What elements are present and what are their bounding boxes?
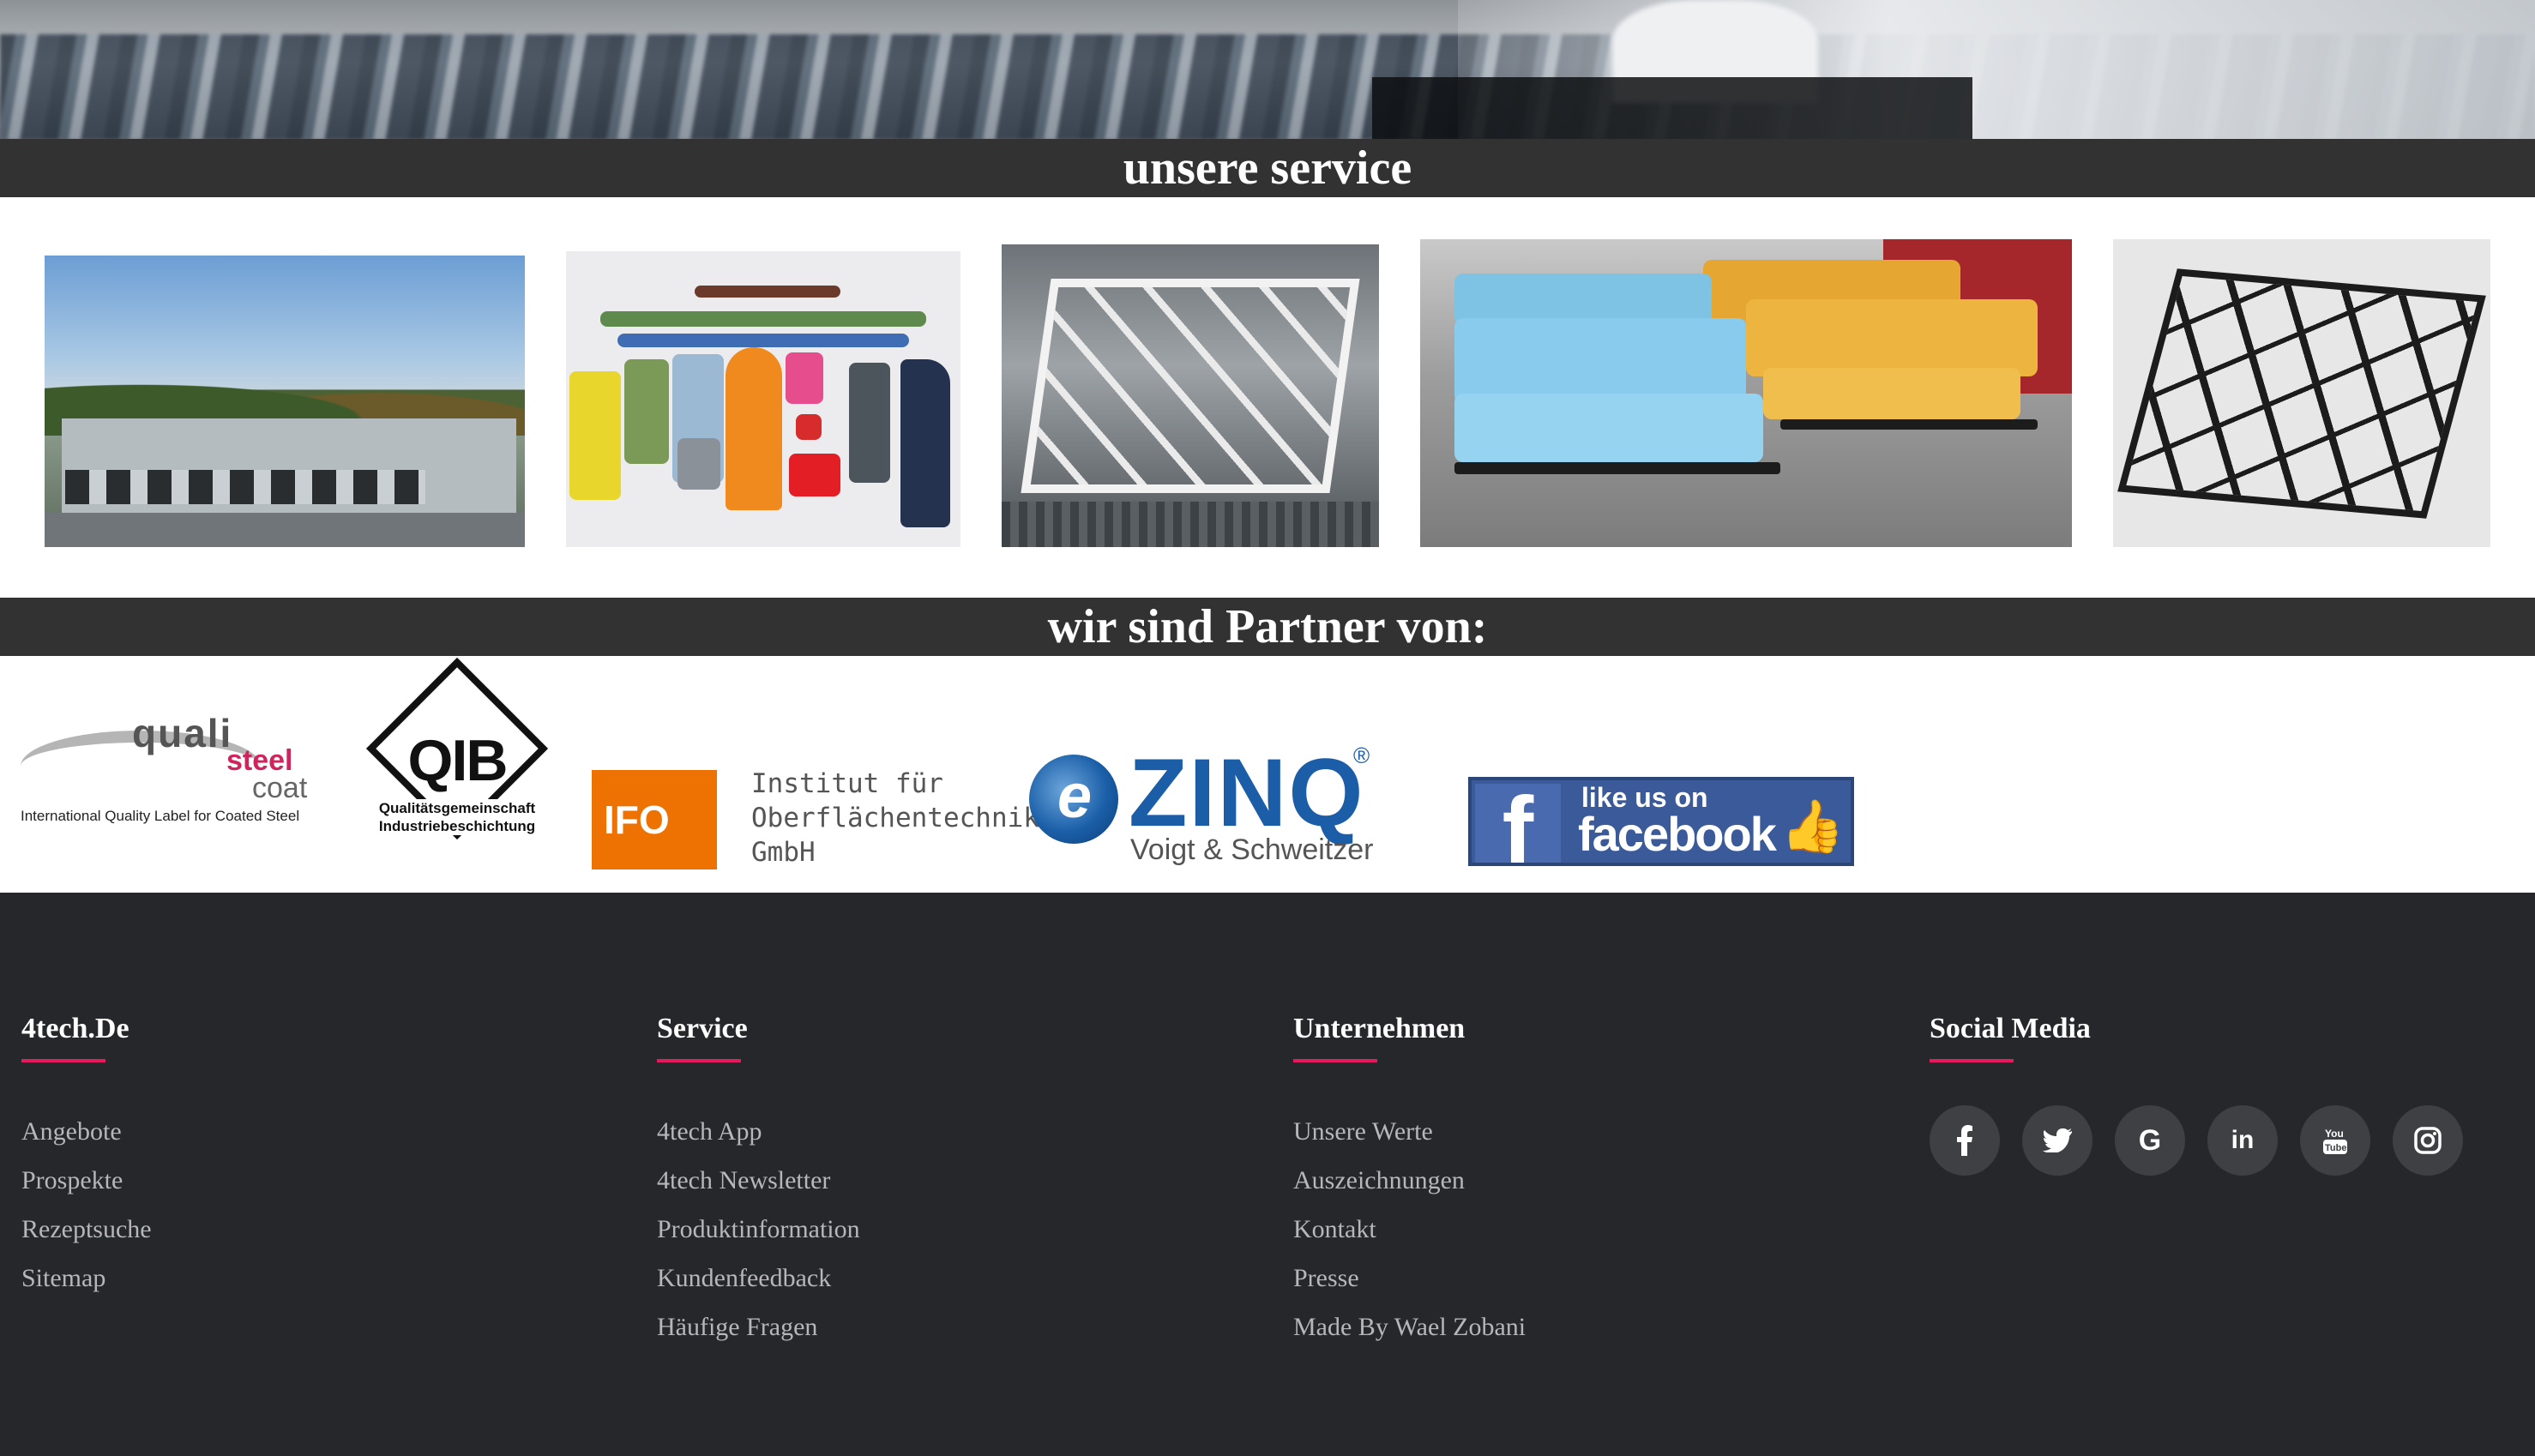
service-photo-black-frame[interactable] [2113, 239, 2490, 547]
footer-link-presse[interactable]: Presse [1293, 1254, 1526, 1303]
part-red-h [789, 454, 840, 496]
footer-heading: Social Media [1930, 1013, 2091, 1044]
google-icon[interactable]: G [2115, 1105, 2185, 1176]
facebook-badge-bg: f like us on facebook 👍 [1468, 777, 1854, 866]
seat-yellow [1763, 368, 2020, 419]
seat-blue [1454, 394, 1763, 462]
service-photo-seating[interactable] [1420, 239, 2072, 547]
zinq-subtitle: Voigt & Schweitzer [1130, 833, 1374, 866]
part-pink [786, 352, 823, 404]
twitter-icon[interactable] [2022, 1105, 2092, 1176]
quali-tagline: International Quality Label for Coated S… [21, 808, 300, 824]
zinq-globe-icon: e [1029, 755, 1118, 844]
part-navy [900, 359, 950, 527]
ifo-line2: Oberflächentechnik [751, 803, 1039, 833]
footer-link-credit[interactable]: Made By Wael Zobani [1293, 1303, 1526, 1351]
grate-floor-shape [1002, 502, 1379, 547]
svg-text:Tube: Tube [2325, 1143, 2346, 1153]
hero-image [0, 0, 2535, 140]
zinq-registered: ® [1353, 743, 1370, 768]
qib-mark: QIB [407, 728, 509, 793]
footer-col-4tech: 4tech.De Angebote Prospekte Rezeptsuche … [21, 1013, 152, 1303]
zinq-mark: ZINQ [1129, 739, 1365, 846]
part-red-small [796, 414, 822, 440]
service-photo-white-frame[interactable] [1002, 244, 1379, 547]
footer-link-rezeptsuche[interactable]: Rezeptsuche [21, 1205, 152, 1254]
part-grey [677, 438, 720, 490]
ifo-name: Institut für Oberflächentechnik GmbH [751, 767, 1039, 869]
seat-yellow [1746, 299, 2038, 376]
footer-link-prospekte[interactable]: Prospekte [21, 1156, 152, 1205]
social-icons: G in You Tube [1930, 1105, 2485, 1176]
footer-heading: Service [657, 1013, 748, 1044]
service-section-title: unsere service [0, 139, 2535, 197]
black-frame-shape [2117, 268, 2486, 519]
part-tube-green [600, 311, 926, 327]
footer-col-social: Social Media G in You Tube [1930, 1013, 2485, 1176]
heading-underline [1293, 1059, 1377, 1062]
part-green [624, 359, 669, 464]
part-rail [695, 286, 840, 298]
footer-link-angebote[interactable]: Angebote [21, 1107, 152, 1156]
white-frame-shape [1021, 279, 1360, 493]
facebook-f-icon: f [1475, 784, 1561, 863]
footer-link-werte[interactable]: Unsere Werte [1293, 1107, 1526, 1156]
footer-link-kundenfeedback[interactable]: Kundenfeedback [657, 1254, 860, 1303]
footer-heading: 4tech.De [21, 1013, 129, 1044]
part-dark [849, 363, 890, 483]
ground-shape [45, 513, 525, 547]
heading-underline [1930, 1059, 2014, 1062]
site-footer: 4tech.De Angebote Prospekte Rezeptsuche … [0, 893, 2535, 1456]
footer-col-service: Service 4tech App 4tech Newsletter Produ… [657, 1013, 860, 1351]
youtube-icon[interactable]: You Tube [2300, 1105, 2370, 1176]
facebook-like-badge[interactable]: f like us on facebook 👍 [1468, 777, 1854, 866]
svg-text:You: You [2325, 1128, 2344, 1140]
footer-col-unternehmen: Unternehmen Unsere Werte Auszeichnungen … [1293, 1013, 1526, 1351]
seat-blue [1454, 318, 1746, 404]
ifo-line3: GmbH [751, 837, 816, 868]
footer-link-newsletter[interactable]: 4tech Newsletter [657, 1156, 860, 1205]
seat-legs [1780, 419, 2038, 430]
ifo-logo[interactable]: IFO Institut für Oberflächentechnik GmbH [592, 767, 1039, 869]
qib-logo[interactable]: QIB Qualitätsgemeinschaft Industriebesch… [362, 657, 552, 868]
footer-link-auszeichnungen[interactable]: Auszeichnungen [1293, 1156, 1526, 1205]
loading-doors-shape [65, 470, 425, 504]
heading-underline [21, 1059, 105, 1062]
zinq-logo[interactable]: e ZINQ ® Voigt & Schweitzer [1029, 739, 1406, 875]
quali-text: quali [132, 711, 233, 755]
partner-section-title: wir sind Partner von: [0, 598, 2535, 656]
footer-heading: Unternehmen [1293, 1013, 1466, 1044]
service-photo-building[interactable] [45, 256, 525, 547]
qib-subtitle: Qualitätsgemeinschaft Industriebeschicht… [362, 799, 552, 835]
qib-line2: Industriebeschichtung [378, 818, 536, 834]
footer-link-sitemap[interactable]: Sitemap [21, 1254, 152, 1303]
ifo-mark: IFO [592, 770, 717, 869]
facebook-wordmark: facebook [1578, 807, 1777, 861]
linkedin-icon[interactable]: in [2207, 1105, 2278, 1176]
facebook-icon[interactable] [1930, 1105, 2000, 1176]
service-photo-coated-parts[interactable] [566, 251, 960, 547]
instagram-icon[interactable] [2393, 1105, 2463, 1176]
footer-link-app[interactable]: 4tech App [657, 1107, 860, 1156]
heading-underline [657, 1059, 741, 1062]
part-tube-blue [617, 334, 909, 347]
thumbs-up-icon: 👍 [1780, 798, 1845, 855]
qib-line1: Qualitätsgemeinschaft [378, 800, 536, 816]
part-orange [726, 347, 782, 510]
footer-link-kontakt[interactable]: Kontakt [1293, 1205, 1526, 1254]
footer-link-produktinformation[interactable]: Produktinformation [657, 1205, 860, 1254]
part-yellow [569, 371, 621, 500]
ifo-line1: Institut für [751, 768, 943, 799]
qualisteelcoat-logo[interactable]: quali steel coat International Quality L… [21, 711, 312, 827]
seat-legs [1454, 462, 1780, 474]
coat-text: coat [252, 772, 308, 804]
seat-blue [1454, 274, 1712, 325]
footer-link-faq[interactable]: Häufige Fragen [657, 1303, 860, 1351]
hero-dark-block [1372, 77, 1972, 140]
